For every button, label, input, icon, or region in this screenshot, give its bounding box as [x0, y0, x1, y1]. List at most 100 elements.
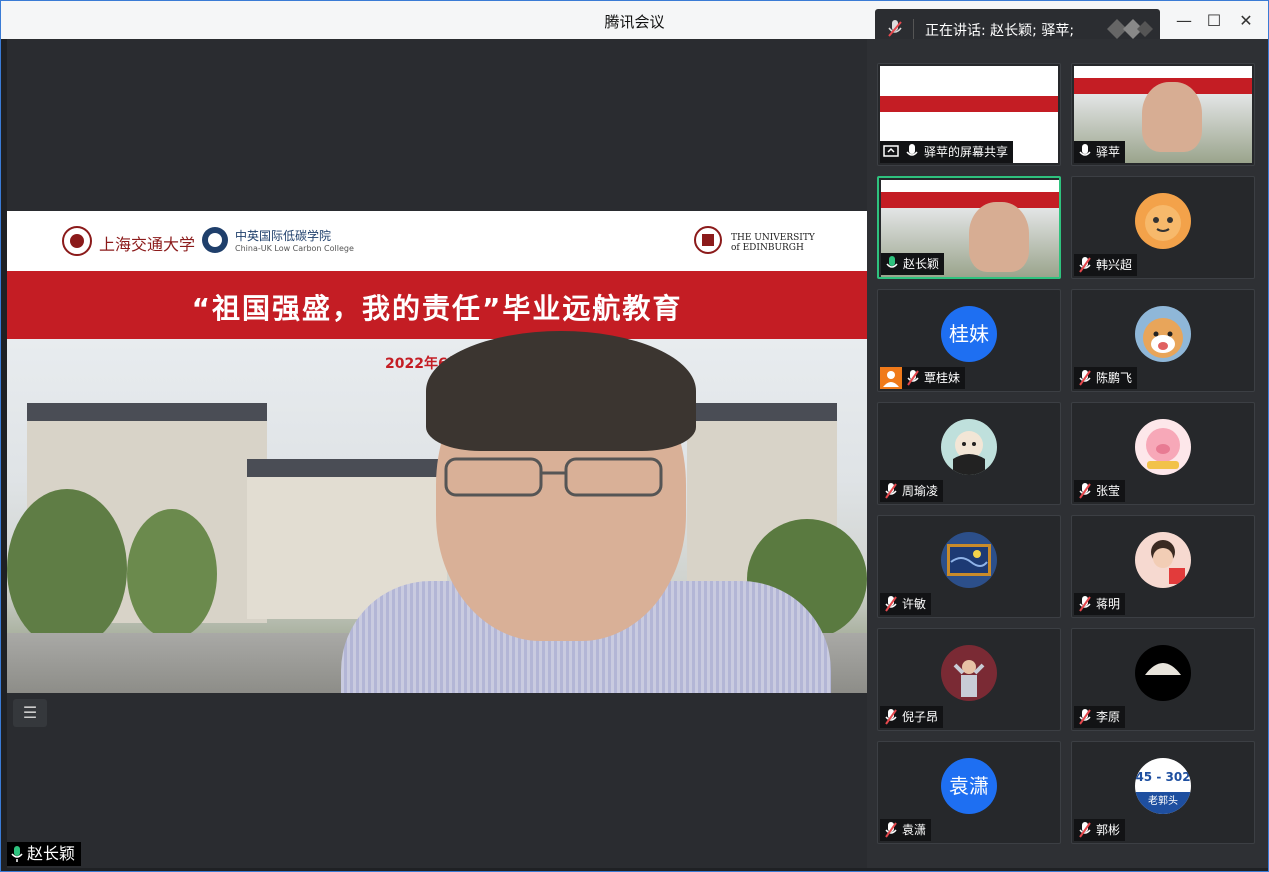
- mic-on-icon: [1079, 144, 1091, 156]
- participant-label: 许敏: [880, 593, 932, 615]
- pig-avatar: [1135, 419, 1191, 475]
- mic-on-icon: [886, 256, 898, 268]
- participant-label: 驿苹的屏幕共享: [880, 141, 1014, 163]
- badge-avatar-caption: 老郭头: [1135, 792, 1191, 814]
- girl-icon: [1151, 540, 1185, 584]
- mic-on-icon: [11, 846, 23, 862]
- college-seal-icon: [202, 227, 228, 253]
- mic-muted-icon: [1079, 596, 1091, 612]
- participant-label: 驿苹: [1074, 141, 1126, 163]
- participant-tile-active[interactable]: 赵长颖: [877, 176, 1061, 279]
- pig-icon: [1146, 428, 1180, 469]
- participant-tile[interactable]: 周瑜凌: [877, 402, 1061, 505]
- participant-tile[interactable]: 桂妹 覃桂妹: [877, 289, 1061, 392]
- participant-name: 蒋明: [1096, 597, 1121, 611]
- cartoon-avatar: [941, 419, 997, 475]
- participant-label: 覃桂妹: [880, 367, 966, 389]
- dog-icon: [1143, 318, 1183, 358]
- mic-muted-icon: [1079, 257, 1091, 273]
- edinburgh-crest-icon: [694, 226, 722, 254]
- mic-on-icon: [906, 144, 918, 156]
- girl-avatar: [1135, 532, 1191, 588]
- participant-tile[interactable]: 驿苹: [1071, 63, 1255, 166]
- participant-label: 韩兴超: [1074, 254, 1138, 276]
- participant-name: 李原: [1096, 710, 1121, 724]
- participant-name: 袁潇: [902, 823, 927, 837]
- starry-night-avatar: [941, 532, 997, 588]
- slide-logo-bar: 上海交通大学 中英国际低碳学院 China-UK Low Carbon Coll…: [7, 211, 867, 271]
- participant-label: 张莹: [1074, 480, 1126, 502]
- text-avatar: 桂妹: [941, 306, 997, 362]
- participant-name: 张莹: [1096, 484, 1121, 498]
- mic-muted-icon: [907, 370, 919, 386]
- participant-tile[interactable]: 陈鹏飞: [1071, 289, 1255, 392]
- speaker-name: 赵长颖: [27, 844, 76, 863]
- crowd-icon: [953, 660, 985, 697]
- participant-tile[interactable]: 李原: [1071, 628, 1255, 731]
- maximize-icon[interactable]: ☐: [1203, 10, 1225, 32]
- speaker-name-badge: 赵长颖: [7, 842, 82, 866]
- painting-icon: [947, 544, 991, 576]
- tiger-avatar: [1135, 193, 1191, 249]
- crowd-avatar: [941, 645, 997, 701]
- participant-tile[interactable]: 袁潇 袁潇: [877, 741, 1061, 844]
- college-logo-sub: China-UK Low Carbon College: [235, 244, 354, 253]
- diamond-icon: [1107, 19, 1153, 39]
- speaking-text: 正在讲话: 赵长颖; 驿苹;: [925, 23, 1075, 39]
- participant-label: 倪子昂: [880, 706, 944, 728]
- thumb-banner: [881, 192, 1059, 208]
- college-logo-text: 中英国际低碳学院: [235, 229, 332, 243]
- minimize-icon[interactable]: —: [1173, 10, 1195, 32]
- close-icon[interactable]: ✕: [1235, 10, 1257, 32]
- participant-face: [969, 202, 1029, 272]
- participant-name: 韩兴超: [1096, 258, 1133, 272]
- badge-avatar-number: 45 - 302: [1135, 770, 1191, 784]
- participant-name: 赵长颖: [903, 257, 940, 271]
- edinburgh-logo-text: THE UNIVERSITY of EDINBURGH: [731, 233, 815, 253]
- meeting-window: 腾讯会议 — ☐ ✕ 正在讲话: 赵长颖; 驿苹; 上海交通大学 中英国际低碳学…: [0, 0, 1269, 872]
- participant-name: 陈鹏飞: [1096, 371, 1133, 385]
- participant-panel: 驿苹的屏幕共享 驿苹 赵长颖 韩兴超 桂妹 覃桂妹 陈鹏飞 周瑜凌 张莹 许敏 …: [867, 39, 1268, 868]
- participant-name: 许敏: [902, 597, 927, 611]
- participant-name: 覃桂妹: [924, 371, 961, 385]
- participant-name: 郭彬: [1096, 823, 1121, 837]
- speaker-video: [341, 311, 831, 693]
- participant-name: 驿苹: [1096, 145, 1121, 159]
- sjtu-seal-icon: [62, 226, 92, 256]
- participant-name: 倪子昂: [902, 710, 939, 724]
- participant-label: 陈鹏飞: [1074, 367, 1138, 389]
- participant-tile[interactable]: 韩兴超: [1071, 176, 1255, 279]
- participant-tile[interactable]: 驿苹的屏幕共享: [877, 63, 1061, 166]
- host-icon: [880, 367, 902, 389]
- mic-muted-icon: [1079, 822, 1091, 838]
- glasses-icon: [444, 457, 663, 497]
- mic-muted-icon: [1079, 370, 1091, 386]
- participant-label: 郭彬: [1074, 819, 1126, 841]
- separator: [913, 19, 914, 39]
- badge-avatar: 45 - 302 老郭头: [1135, 758, 1191, 814]
- tree: [127, 509, 217, 639]
- speaker-hair: [426, 331, 696, 451]
- moon-icon: [1145, 663, 1181, 675]
- participant-label: 蒋明: [1074, 593, 1126, 615]
- sjtu-logo-text: 上海交通大学: [99, 235, 196, 254]
- mic-muted-icon: [885, 596, 897, 612]
- tree: [7, 489, 127, 649]
- participant-tile[interactable]: 许敏: [877, 515, 1061, 618]
- mic-muted-icon: [1079, 483, 1091, 499]
- thumb-banner: [880, 96, 1058, 112]
- participant-tile[interactable]: 倪子昂: [877, 628, 1061, 731]
- text-avatar: 袁潇: [941, 758, 997, 814]
- participant-tile[interactable]: 张莹: [1071, 402, 1255, 505]
- screen-share-icon: [883, 145, 899, 157]
- participant-label: 赵长颖: [881, 253, 945, 275]
- list-icon[interactable]: ☰: [13, 699, 47, 727]
- participant-label: 袁潇: [880, 819, 932, 841]
- participant-tile[interactable]: 蒋明: [1071, 515, 1255, 618]
- participant-tile[interactable]: 45 - 302 老郭头 郭彬: [1071, 741, 1255, 844]
- mic-muted-icon: [1079, 709, 1091, 725]
- participant-label: 周瑜凌: [880, 480, 944, 502]
- cartoon-icon: [953, 431, 985, 475]
- moon-avatar: [1135, 645, 1191, 701]
- mic-muted-icon: [885, 709, 897, 725]
